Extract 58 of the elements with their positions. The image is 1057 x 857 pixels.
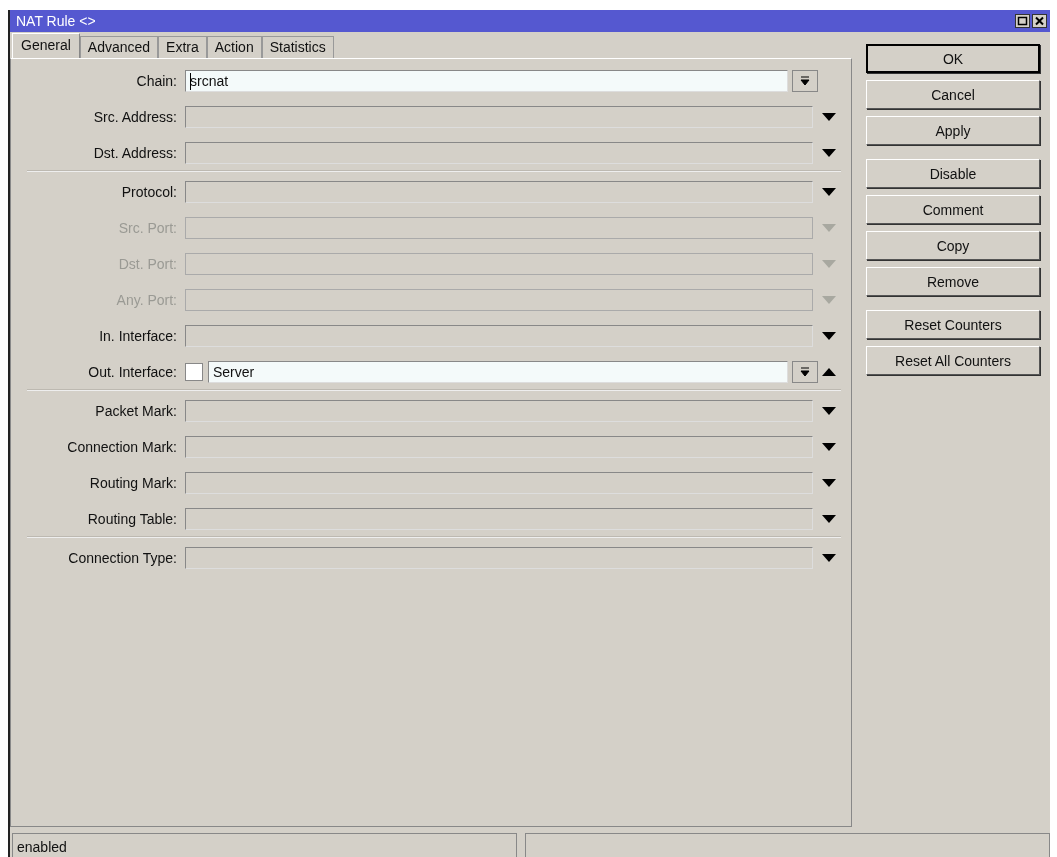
field-label: Out. Interface: bbox=[87, 364, 178, 380]
dropdown-arrow-icon[interactable] bbox=[822, 407, 836, 415]
action-button[interactable]: Cancel bbox=[866, 80, 1040, 109]
tab[interactable]: General bbox=[12, 33, 80, 58]
field-label: Src. Port: bbox=[117, 220, 178, 236]
field-label: Protocol: bbox=[120, 184, 178, 200]
input-field[interactable] bbox=[185, 289, 813, 311]
action-button[interactable]: Reset Counters bbox=[866, 310, 1040, 339]
dropdown-button[interactable] bbox=[792, 70, 818, 92]
dropdown-button[interactable] bbox=[792, 361, 818, 383]
status-text: enabled bbox=[12, 833, 517, 857]
input-field[interactable] bbox=[185, 142, 813, 164]
input-field[interactable] bbox=[185, 400, 813, 422]
field-label: Dst. Address: bbox=[92, 145, 178, 161]
input-field[interactable] bbox=[185, 106, 813, 128]
action-button[interactable]: Apply bbox=[866, 116, 1040, 145]
field-label: Packet Mark: bbox=[94, 403, 178, 419]
dropdown-arrow-icon[interactable] bbox=[822, 188, 836, 196]
input-field[interactable] bbox=[185, 436, 813, 458]
dropdown-arrow-icon[interactable] bbox=[822, 443, 836, 451]
tab[interactable]: Extra bbox=[158, 36, 207, 58]
dropdown-arrow-icon[interactable] bbox=[822, 332, 836, 340]
field-label: Routing Table: bbox=[86, 511, 178, 527]
field-label: In. Interface: bbox=[98, 328, 178, 344]
input-field[interactable]: Server bbox=[208, 361, 788, 383]
input-field[interactable] bbox=[185, 217, 813, 239]
input-field[interactable] bbox=[185, 253, 813, 275]
collapse-arrow-icon[interactable] bbox=[822, 368, 836, 376]
field-label: Connection Mark: bbox=[66, 439, 178, 455]
dropdown-arrow-icon[interactable] bbox=[822, 554, 836, 562]
dropdown-arrow-icon[interactable] bbox=[822, 515, 836, 523]
action-button[interactable]: Disable bbox=[866, 159, 1040, 188]
input-field[interactable] bbox=[185, 547, 813, 569]
action-button[interactable]: Remove bbox=[866, 267, 1040, 296]
action-button[interactable]: Comment bbox=[866, 195, 1040, 224]
field-label: Src. Address: bbox=[92, 109, 178, 125]
input-field[interactable] bbox=[185, 472, 813, 494]
field-label: Any. Port: bbox=[115, 292, 178, 308]
checkbox[interactable] bbox=[185, 363, 203, 381]
input-field[interactable] bbox=[185, 325, 813, 347]
input-field[interactable] bbox=[185, 508, 813, 530]
field-label: Routing Mark: bbox=[88, 475, 178, 491]
action-button[interactable]: Reset All Counters bbox=[866, 346, 1040, 375]
close-icon[interactable] bbox=[1032, 14, 1047, 28]
maximize-icon[interactable] bbox=[1015, 14, 1030, 28]
field-label: Connection Type: bbox=[67, 550, 178, 566]
dropdown-arrow-icon[interactable] bbox=[822, 113, 836, 121]
dropdown-arrow-icon[interactable] bbox=[822, 149, 836, 157]
tab[interactable]: Statistics bbox=[261, 36, 334, 58]
tab[interactable]: Action bbox=[206, 36, 262, 58]
field-label: Dst. Port: bbox=[117, 256, 178, 272]
action-button[interactable]: Copy bbox=[866, 231, 1040, 260]
input-field[interactable] bbox=[185, 181, 813, 203]
action-button[interactable]: OK bbox=[866, 44, 1040, 73]
window-title: NAT Rule <> bbox=[16, 13, 96, 29]
field-label: Chain: bbox=[135, 73, 178, 89]
tab[interactable]: Advanced bbox=[79, 36, 159, 58]
dropdown-arrow-icon[interactable] bbox=[822, 479, 836, 487]
